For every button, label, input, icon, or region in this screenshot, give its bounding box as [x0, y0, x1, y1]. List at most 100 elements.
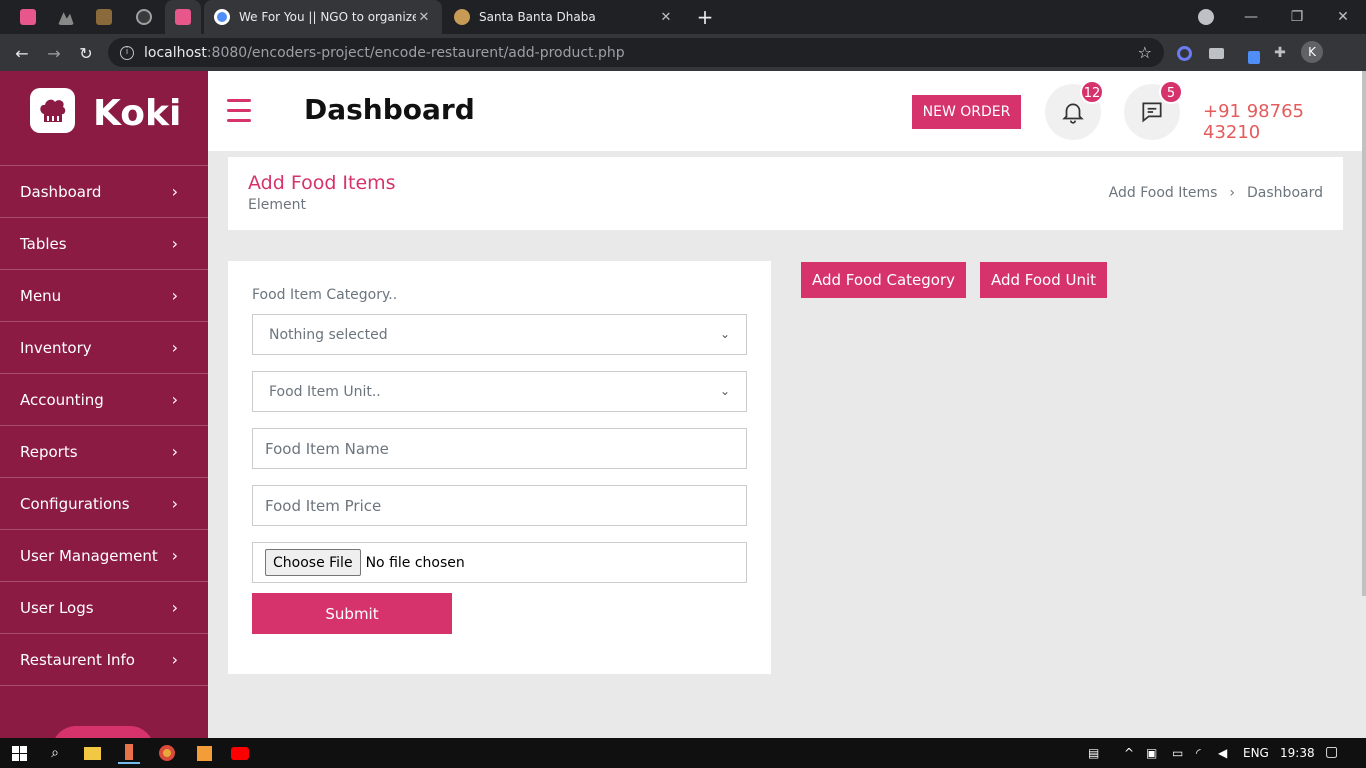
- new-tab-button[interactable]: +: [694, 6, 716, 28]
- add-food-unit-button[interactable]: Add Food Unit: [980, 262, 1107, 298]
- sidebar-item-accounting[interactable]: Accounting ›: [0, 373, 208, 425]
- mountain-icon: [58, 12, 74, 25]
- chevron-down-icon: ⌄: [719, 384, 730, 398]
- category-select-value: Nothing selected: [269, 326, 388, 343]
- pinned-tab-2[interactable]: [48, 0, 84, 34]
- sidebar-item-tables[interactable]: Tables ›: [0, 217, 208, 269]
- chevron-right-icon: ›: [171, 390, 178, 409]
- chevron-right-icon: ›: [171, 598, 178, 617]
- tab-title: We For You || NGO to organize Bl: [239, 10, 416, 24]
- news-icon[interactable]: ▤: [1088, 746, 1099, 760]
- sidebar-item-user-management[interactable]: User Management ›: [0, 529, 208, 581]
- food-price-placeholder: Food Item Price: [265, 496, 382, 515]
- chevron-right-icon: ›: [171, 286, 178, 305]
- pinned-tab-4[interactable]: [126, 0, 162, 34]
- food-name-placeholder: Food Item Name: [265, 439, 389, 458]
- breadcrumb: Add Food Items › Dashboard: [1109, 185, 1323, 201]
- profile-avatar[interactable]: K: [1301, 41, 1323, 63]
- add-food-category-button[interactable]: Add Food Category: [801, 262, 966, 298]
- sidebar-item-dashboard[interactable]: Dashboard ›: [0, 165, 208, 217]
- language-indicator[interactable]: ENG: [1243, 746, 1269, 760]
- chat-icon: [1142, 102, 1162, 123]
- sidebar-item-label: Accounting: [20, 390, 104, 409]
- messages-button[interactable]: 5: [1124, 80, 1183, 140]
- tab-santa-banta[interactable]: Santa Banta Dhaba ✕: [444, 0, 684, 34]
- sidebar-item-configurations[interactable]: Configurations ›: [0, 477, 208, 529]
- sidebar-item-user-logs[interactable]: User Logs ›: [0, 581, 208, 633]
- unit-select-placeholder: Food Item Unit..: [269, 383, 381, 400]
- file-input[interactable]: Choose File No file chosen: [252, 542, 747, 583]
- bookmark-star-icon[interactable]: ☆: [1138, 43, 1152, 62]
- address-bar[interactable]: i localhost :8080/encoders-project/encod…: [108, 38, 1164, 67]
- file-explorer-icon[interactable]: [81, 742, 103, 764]
- file-status: No file chosen: [365, 554, 465, 571]
- forward-button[interactable]: →: [41, 40, 67, 66]
- notifications-button[interactable]: 12: [1045, 80, 1104, 140]
- pen-extension-icon[interactable]: [1240, 43, 1260, 64]
- globe-icon: [136, 9, 152, 25]
- chevron-right-icon: ›: [171, 442, 178, 461]
- speaker-muted-icon[interactable]: ◀: [1218, 746, 1227, 760]
- sidebar-item-inventory[interactable]: Inventory ›: [0, 321, 208, 373]
- unit-select[interactable]: Food Item Unit.. ⌄: [252, 371, 747, 412]
- category-select[interactable]: Nothing selected ⌄: [252, 314, 747, 355]
- sidebar-item-menu[interactable]: Menu ›: [0, 269, 208, 321]
- minimize-button[interactable]: —: [1228, 0, 1274, 34]
- notification-center-icon[interactable]: ▢: [1325, 744, 1338, 760]
- tab-we-for-you[interactable]: We For You || NGO to organize Bl ✕: [204, 0, 442, 34]
- chevron-right-icon: ›: [1229, 185, 1236, 201]
- food-price-input[interactable]: Food Item Price: [252, 485, 747, 526]
- back-button[interactable]: ←: [9, 40, 35, 66]
- phone-number[interactable]: +91 98765 43210: [1203, 101, 1366, 143]
- git-icon[interactable]: [118, 742, 140, 764]
- close-icon[interactable]: ✕: [416, 10, 432, 25]
- chevron-right-icon: ›: [171, 494, 178, 513]
- pinned-tab-5[interactable]: [165, 0, 201, 34]
- chef-hat-icon: [39, 99, 65, 122]
- bell-icon: [1062, 103, 1084, 124]
- restore-button[interactable]: ❐: [1274, 0, 1320, 34]
- dhaba-icon: [454, 9, 470, 25]
- close-icon[interactable]: ✕: [658, 10, 674, 25]
- search-icon[interactable]: ⌕: [44, 742, 66, 764]
- choose-file-button[interactable]: Choose File: [265, 549, 361, 576]
- new-order-button[interactable]: NEW ORDER: [912, 95, 1021, 129]
- pinned-tab-koki[interactable]: [10, 0, 46, 34]
- submit-button[interactable]: Submit: [252, 593, 452, 634]
- camera-icon[interactable]: [1206, 43, 1226, 63]
- page-scrollbar[interactable]: [1362, 71, 1366, 596]
- food-name-input[interactable]: Food Item Name: [252, 428, 747, 469]
- pinned-tab-3[interactable]: [86, 0, 122, 34]
- sidebar-item-restaurent-info[interactable]: Restaurent Info ›: [0, 633, 208, 685]
- block-extension-icon[interactable]: [1174, 43, 1194, 63]
- clock[interactable]: 19:38: [1280, 746, 1315, 760]
- globe-icon: [214, 9, 230, 25]
- info-icon[interactable]: i: [120, 45, 134, 60]
- close-window-button[interactable]: ✕: [1320, 0, 1366, 34]
- hamburger-menu-icon[interactable]: [227, 99, 251, 122]
- windows-taskbar: ⌕ ▤ ^ ▣ ▭ ◜ ◀ ENG 19:38 ▢: [0, 738, 1366, 768]
- sidebar-item-label: Inventory: [20, 338, 92, 357]
- brand-logo[interactable]: [30, 88, 75, 133]
- breadcrumb-item-add-food-items[interactable]: Add Food Items: [1109, 185, 1218, 201]
- windows-start-icon[interactable]: [8, 742, 30, 764]
- sidebar-item-label: Reports: [20, 442, 78, 461]
- reload-button[interactable]: ↻: [73, 40, 99, 66]
- sidebar-item-reports[interactable]: Reports ›: [0, 425, 208, 477]
- url-host: localhost: [144, 44, 207, 61]
- category-label: Food Item Category..: [252, 287, 398, 303]
- tab-search-icon[interactable]: [1198, 9, 1214, 25]
- meet-icon[interactable]: ▣: [1146, 746, 1157, 760]
- breadcrumb-card: Add Food Items Element Add Food Items › …: [228, 157, 1343, 230]
- youtube-icon[interactable]: [229, 742, 251, 764]
- browser-toolbar: ← → ↻ i localhost :8080/encoders-project…: [0, 34, 1366, 71]
- chevron-up-icon[interactable]: ^: [1124, 746, 1134, 760]
- messages-badge: 5: [1159, 80, 1183, 104]
- wifi-icon[interactable]: ◜: [1196, 746, 1201, 760]
- battery-icon[interactable]: ▭: [1172, 746, 1183, 760]
- tab-title: Santa Banta Dhaba: [479, 10, 596, 24]
- breadcrumb-item-dashboard[interactable]: Dashboard: [1247, 185, 1323, 201]
- chrome-icon[interactable]: [156, 742, 178, 764]
- sublime-icon[interactable]: [193, 742, 215, 764]
- puzzle-icon[interactable]: ✚: [1270, 43, 1290, 63]
